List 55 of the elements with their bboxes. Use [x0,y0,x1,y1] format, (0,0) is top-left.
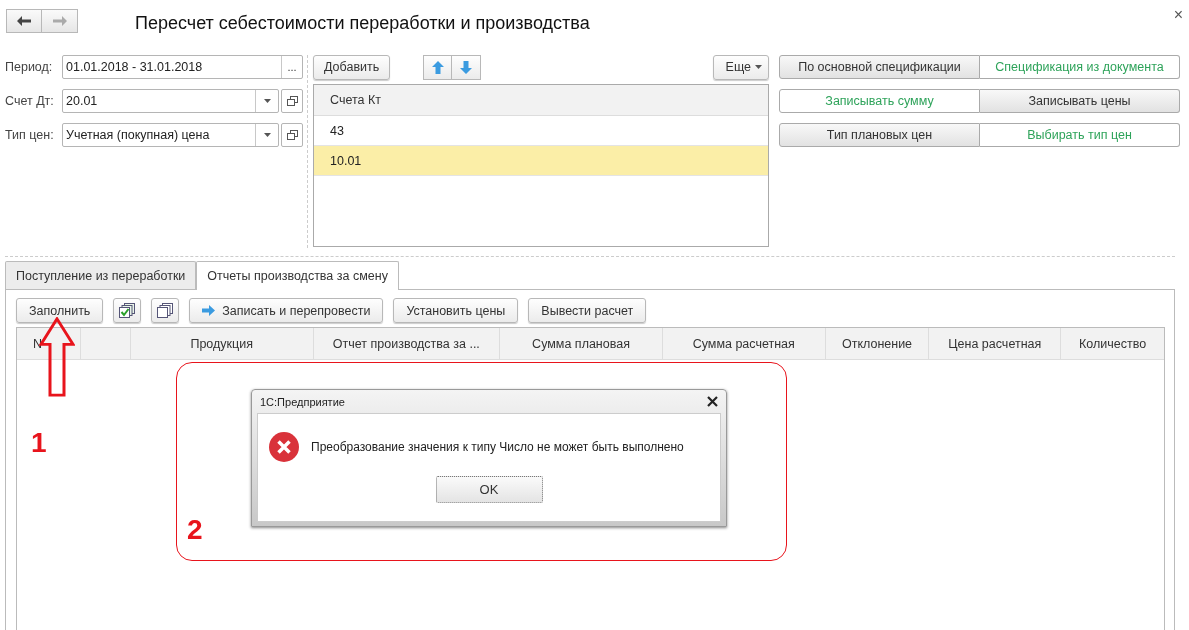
ok-button[interactable]: OK [435,476,543,503]
close-icon[interactable] [707,396,718,407]
column-header: Отчет производства за ... [313,328,501,359]
forward-arrow-icon [52,16,67,26]
column-header: Отклонение [825,328,930,359]
windows-icon [286,130,298,140]
toolbar-button[interactable]: Заполнить [16,298,104,323]
column-header: Количество [1078,335,1148,353]
column-header: Сумма расчетная [662,328,826,359]
error-icon [269,432,299,462]
add-button[interactable]: Добавить [313,54,391,80]
more-button[interactable]: Еще [712,54,769,80]
copy-icon [157,303,174,318]
input-field[interactable]: 20.01 [62,89,279,113]
check-all-button[interactable] [113,298,142,323]
field-label: Счет Дт: [5,94,55,108]
caret-icon [263,133,271,137]
down-arrow-icon [460,60,473,74]
toolbar-button[interactable]: Установить цены [393,298,519,323]
column-header: Сумма плановая [500,328,663,359]
input-field[interactable]: 01.01.2018 - 31.01.2018 ... [62,55,303,79]
close-button[interactable]: × [1173,6,1183,24]
field-label: Период: [5,60,54,74]
tab[interactable]: Поступление из переработки [5,261,197,289]
toggle-button[interactable]: По основной спецификации [779,55,980,79]
field-label: Тип цен: [5,128,55,142]
choice-button[interactable]: ... [281,56,302,78]
copy-button[interactable] [151,298,180,323]
column-header: Цена расчетная [929,328,1062,359]
back-arrow-icon [17,16,31,26]
open-button[interactable] [281,89,303,113]
caret-icon [263,99,271,103]
tab[interactable]: Отчеты производства за смену [196,261,399,290]
move-down-button[interactable] [452,54,482,80]
back-button[interactable] [6,9,42,33]
right-arrow-icon [202,305,216,316]
annotation-number: 1 [31,427,47,459]
open-button[interactable] [281,123,303,147]
move-up-button[interactable] [423,54,453,80]
toolbar-button[interactable]: Вывести расчет [528,298,647,323]
toggle-button[interactable]: Записывать цены [980,89,1180,113]
table-row[interactable]: 10.01 [314,146,768,176]
error-message: Преобразование значения к типу Число не может быть выполнено [311,440,684,454]
window-title: Пересчет себестоимости переработки и производства [135,12,590,34]
windows-icon [286,96,298,106]
dialog-title: 1С:Предприятие [260,395,345,408]
column-header: Счета Кт [314,85,768,116]
input-field[interactable]: Учетная (покупная) цена [62,123,279,147]
checkbox-stack-icon [119,303,136,318]
toggle-button[interactable]: Тип плановых цен [779,123,980,147]
up-arrow-icon [431,60,444,74]
caret-icon [755,65,762,69]
toolbar-button[interactable]: Записать и перепровести [189,298,384,323]
column-header: Продукция [130,328,314,359]
annotation-number: 2 [187,514,203,546]
